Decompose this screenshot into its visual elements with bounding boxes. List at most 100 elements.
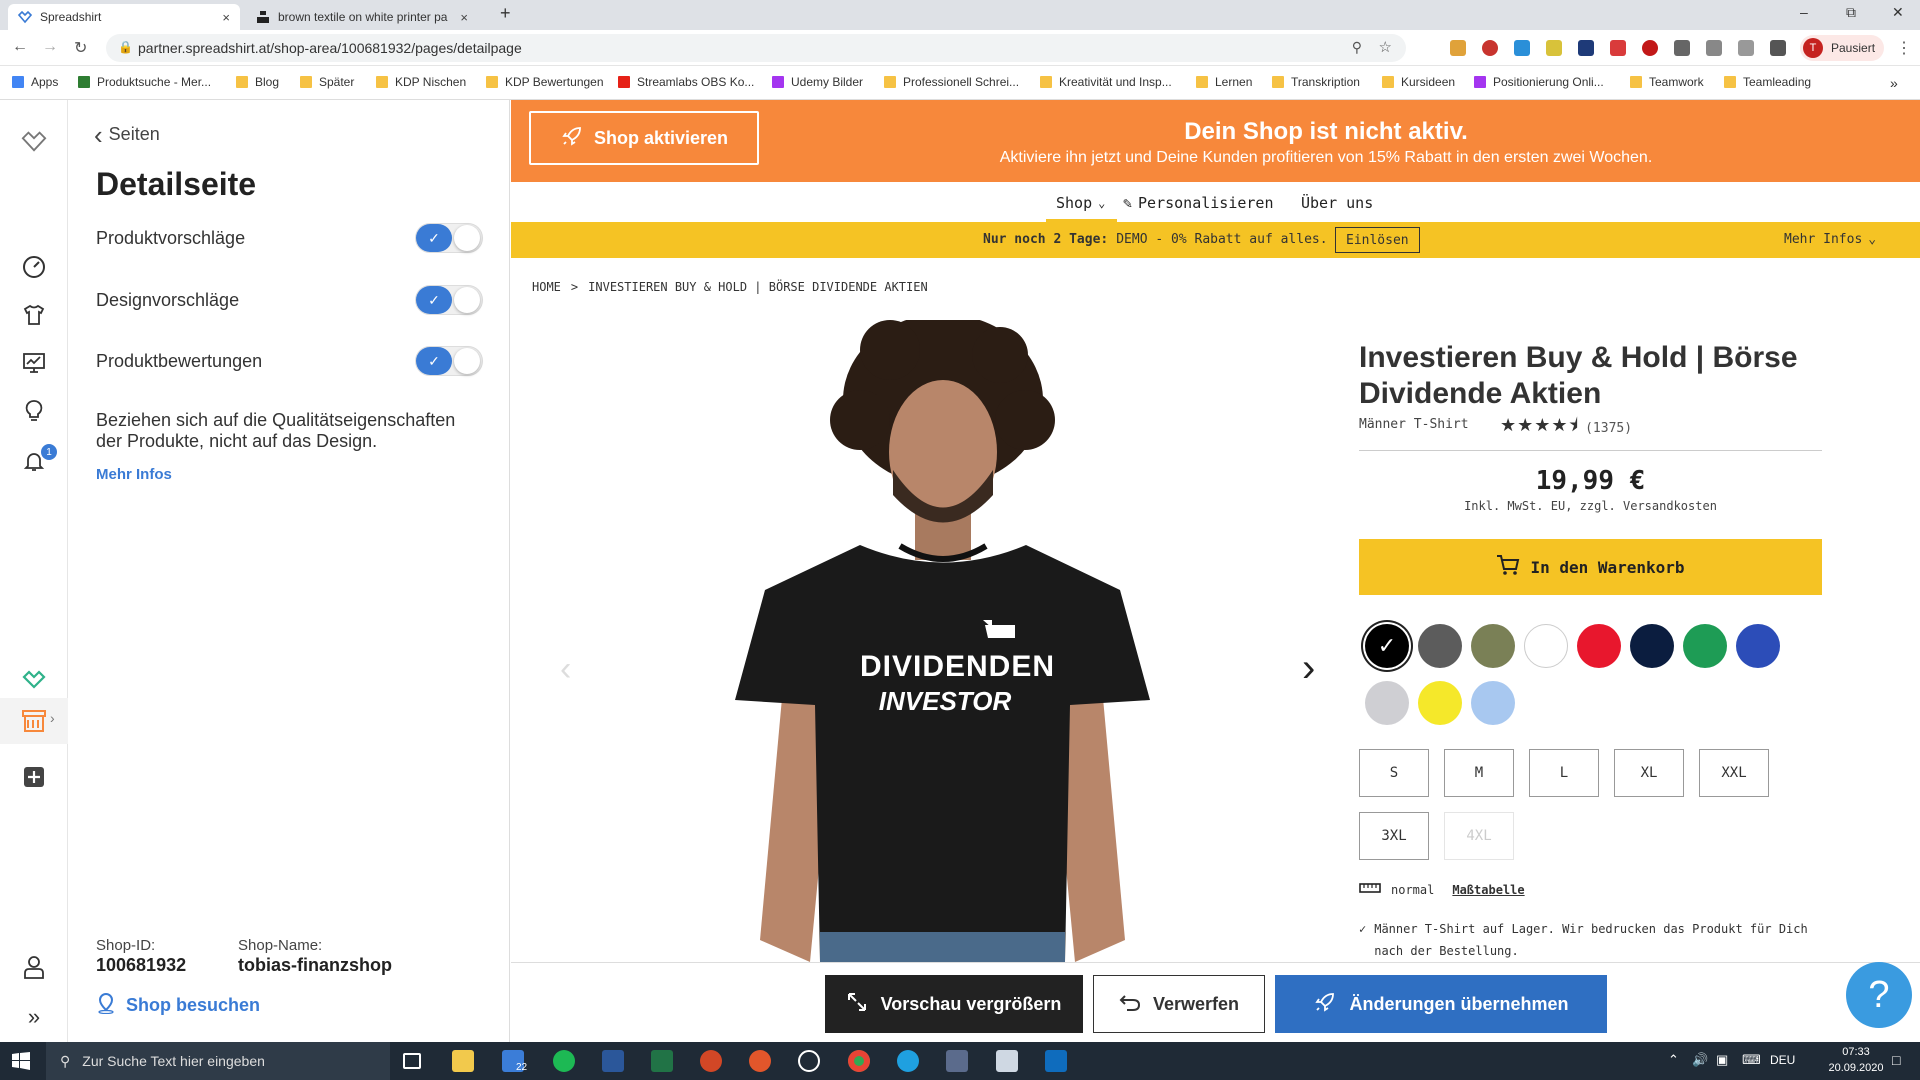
extension-icon[interactable] xyxy=(1514,40,1530,56)
extension-icon[interactable] xyxy=(1674,40,1690,56)
browser-menu-icon[interactable]: ⋮ xyxy=(1896,38,1912,58)
visit-shop-link[interactable]: Shop besuchen xyxy=(96,992,260,1019)
color-swatch-selected[interactable]: ✓ xyxy=(1365,624,1409,668)
eyedropper-icon[interactable] xyxy=(1738,40,1754,56)
bookmark-item[interactable]: Lernen xyxy=(1196,75,1252,89)
notifications-bell-icon[interactable]: 1 xyxy=(21,444,57,474)
tray-chevron-icon[interactable]: ⌃ xyxy=(1668,1052,1679,1068)
bookmark-item[interactable]: Professionell Schrei... xyxy=(884,75,1019,89)
outlook-icon[interactable] xyxy=(1045,1050,1067,1072)
dashboard-gauge-icon[interactable] xyxy=(21,254,47,280)
notepad-icon[interactable] xyxy=(996,1050,1018,1072)
app-icon[interactable] xyxy=(749,1050,771,1072)
spreadshirt-logo-icon[interactable] xyxy=(21,128,47,154)
size-option-3xl[interactable]: 3XL xyxy=(1359,812,1429,860)
help-button[interactable]: ? xyxy=(1846,962,1912,1028)
bookmark-item[interactable]: Später xyxy=(300,75,354,89)
edge-icon[interactable] xyxy=(897,1050,919,1072)
shop-nav-active[interactable]: › xyxy=(0,698,68,744)
zoom-icon[interactable]: ⚲ xyxy=(1352,39,1362,56)
bookmark-item[interactable]: Kreativität und Insp... xyxy=(1040,75,1172,89)
spotify-icon[interactable] xyxy=(553,1050,575,1072)
chrome-icon[interactable] xyxy=(848,1050,870,1072)
action-center-icon[interactable]: □ xyxy=(1892,1052,1900,1068)
product-suggestions-toggle[interactable]: ✓ xyxy=(415,223,483,253)
color-swatch[interactable] xyxy=(1471,681,1515,725)
bookmark-item[interactable]: Produktsuche - Mer... xyxy=(78,75,211,89)
word-icon[interactable] xyxy=(602,1050,624,1072)
excel-icon[interactable] xyxy=(651,1050,673,1072)
bookmark-item[interactable]: Kursideen xyxy=(1382,75,1455,89)
bookmark-item[interactable]: KDP Bewertungen xyxy=(486,75,604,89)
color-swatch[interactable] xyxy=(1418,681,1462,725)
bookmark-star-icon[interactable]: ☆ xyxy=(1379,38,1392,56)
taskbar-search-field[interactable]: ⚲ Zur Suche Text hier eingeben xyxy=(46,1042,390,1080)
new-tab-button[interactable]: + xyxy=(500,3,511,24)
extensions-puzzle-icon[interactable] xyxy=(1770,40,1786,56)
apply-changes-button[interactable]: Änderungen übernehmen xyxy=(1275,975,1607,1033)
extension-icon[interactable] xyxy=(1706,40,1722,56)
bookmark-apps[interactable]: Apps xyxy=(12,75,58,89)
extension-icon[interactable] xyxy=(1546,40,1562,56)
adblock-icon[interactable] xyxy=(1642,40,1658,56)
reload-icon[interactable]: ↻ xyxy=(74,38,87,58)
clock-date[interactable]: 20.09.2020 xyxy=(1822,1062,1890,1074)
size-option-xl[interactable]: XL xyxy=(1614,749,1684,797)
color-swatch[interactable] xyxy=(1736,624,1780,668)
size-option-l[interactable]: L xyxy=(1529,749,1599,797)
color-swatch[interactable] xyxy=(1577,624,1621,668)
enlarge-preview-button[interactable]: Vorschau vergrößern xyxy=(825,975,1083,1033)
back-to-pages-link[interactable]: ‹ Seiten xyxy=(94,122,160,148)
windows-start-icon[interactable] xyxy=(12,1052,30,1075)
tshirt-icon[interactable] xyxy=(21,302,47,328)
size-option-s[interactable]: S xyxy=(1359,749,1429,797)
color-swatch[interactable] xyxy=(1630,624,1674,668)
more-info-dropdown[interactable]: Mehr Infos ⌄ xyxy=(1784,232,1876,247)
expand-sidebar-icon[interactable]: » xyxy=(21,1004,47,1030)
design-suggestions-toggle[interactable]: ✓ xyxy=(415,285,483,315)
profile-button[interactable]: T Pausiert xyxy=(1800,35,1884,61)
breadcrumb-home[interactable]: HOME xyxy=(532,280,561,294)
add-to-cart-button[interactable]: In den Warenkorb xyxy=(1359,539,1822,595)
product-reviews-toggle[interactable]: ✓ xyxy=(415,346,483,376)
extension-icon[interactable] xyxy=(1578,40,1594,56)
size-option-xxl[interactable]: XXL xyxy=(1699,749,1769,797)
powerpoint-icon[interactable] xyxy=(700,1050,722,1072)
personalize-link[interactable]: ✎ Personalisieren xyxy=(1123,194,1274,212)
about-us-link[interactable]: Über uns xyxy=(1301,194,1373,212)
color-swatch[interactable] xyxy=(1524,624,1568,668)
extension-icon[interactable] xyxy=(1450,40,1466,56)
next-image-icon[interactable]: › xyxy=(1302,646,1315,691)
more-bookmarks-icon[interactable]: » xyxy=(1890,75,1898,91)
minimize-window-icon[interactable]: – xyxy=(1800,4,1808,20)
tab-spreadshirt[interactable]: Spreadshirt × xyxy=(8,4,240,30)
redeem-button[interactable]: Einlösen xyxy=(1335,227,1420,253)
restore-window-icon[interactable]: ⧉ xyxy=(1846,4,1856,21)
tab-unsplash[interactable]: brown textile on white printer pa × xyxy=(246,4,478,30)
bookmark-item[interactable]: Blog xyxy=(236,75,279,89)
bookmark-item[interactable]: Udemy Bilder xyxy=(772,75,863,89)
bookmark-item[interactable]: Streamlabs OBS Ko... xyxy=(618,75,754,89)
url-field[interactable]: 🔒 partner.spreadshirt.at/shop-area/10068… xyxy=(106,34,1406,62)
extension-icon[interactable] xyxy=(1610,40,1626,56)
color-swatch[interactable] xyxy=(1365,681,1409,725)
close-window-icon[interactable]: ✕ xyxy=(1892,4,1904,21)
input-language[interactable]: DEU xyxy=(1770,1053,1795,1067)
extension-icon[interactable] xyxy=(1482,40,1498,56)
add-plus-icon[interactable] xyxy=(21,764,47,790)
task-view-icon[interactable] xyxy=(403,1053,421,1069)
bookmark-item[interactable]: KDP Nischen xyxy=(376,75,466,89)
close-tab-icon[interactable]: × xyxy=(460,10,468,25)
prev-image-icon[interactable]: ‹ xyxy=(560,650,571,689)
activate-shop-button[interactable]: Shop aktivieren xyxy=(529,111,759,165)
size-option-m[interactable]: M xyxy=(1444,749,1514,797)
volume-icon[interactable]: 🔊 xyxy=(1692,1052,1708,1068)
more-info-link[interactable]: Mehr Infos xyxy=(96,466,172,483)
bookmark-item[interactable]: Transkription xyxy=(1272,75,1360,89)
lightbulb-icon[interactable] xyxy=(21,398,47,424)
obs-icon[interactable] xyxy=(798,1050,820,1072)
clock-time[interactable]: 07:33 xyxy=(1826,1046,1886,1058)
statistics-icon[interactable] xyxy=(21,350,47,376)
shop-menu[interactable]: Shop ⌄ xyxy=(1046,186,1118,222)
network-icon[interactable]: ▣ xyxy=(1716,1052,1728,1068)
